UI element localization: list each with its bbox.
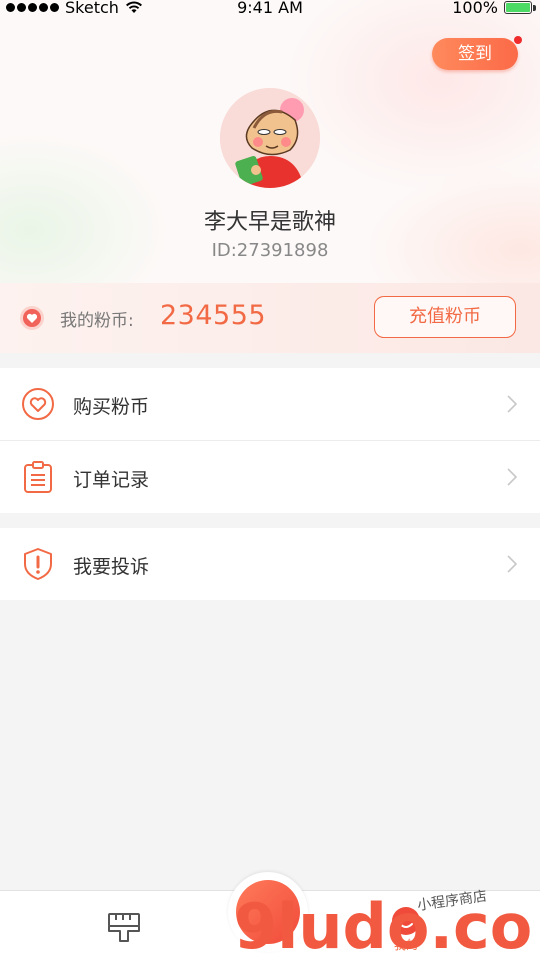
status-bar: Sketch 9:41 AM 100% [0,0,540,20]
coin-heart-icon [20,306,44,330]
brush-icon[interactable] [106,911,142,945]
recharge-button[interactable]: 充值粉币 [374,296,516,338]
notification-dot [514,36,522,44]
chevron-right-icon [507,555,518,573]
center-tab-button[interactable] [228,872,308,952]
mine-face-icon[interactable] [390,905,422,937]
menu-item-buy-coins[interactable]: 购买粉币 [0,368,540,440]
shield-alert-icon [24,548,52,580]
clipboard-icon [24,461,52,493]
battery-icon [504,1,536,14]
menu-item-order-records[interactable]: 订单记录 [0,440,540,513]
user-id: ID:27391898 [211,240,329,261]
coin-label: 我的粉币: [60,311,134,331]
menu-group-purchase: 购买粉币 订单记录 [0,368,540,513]
tab-mine-label[interactable]: 我的 [394,936,418,953]
profile-header: 签到 李大早是歌神 ID:27391898 [0,0,540,283]
coin-balance: 234555 [160,300,267,331]
avatar-cartoon-icon [220,88,320,188]
center-tab-icon [236,880,300,944]
avatar[interactable] [220,88,320,188]
username: 李大早是歌神 [203,210,336,235]
battery-percent: 100% [452,0,498,17]
menu-item-label: 购买粉币 [73,396,150,418]
chevron-right-icon [507,395,518,413]
menu-item-label: 我要投诉 [73,556,150,578]
menu-group-complaint: 我要投诉 [0,528,540,600]
chevron-right-icon [507,468,518,486]
menu-item-complaint[interactable]: 我要投诉 [0,528,540,600]
heart-icon [22,388,54,420]
menu-item-label: 订单记录 [73,469,150,491]
checkin-button[interactable]: 签到 [432,38,518,70]
